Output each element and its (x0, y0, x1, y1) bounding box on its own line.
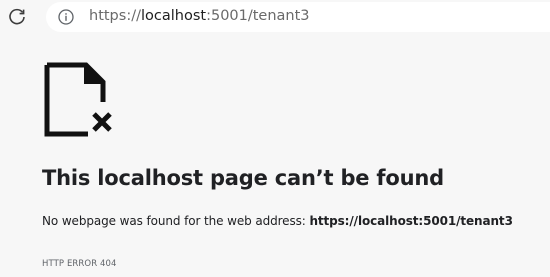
reload-button[interactable] (4, 4, 30, 30)
error-message: No webpage was found for the web address… (42, 214, 513, 228)
url-host: localhost (140, 8, 207, 24)
broken-page-icon (44, 62, 112, 137)
browser-toolbar: https://localhost:5001/tenant3 (0, 0, 550, 36)
info-icon[interactable] (58, 9, 74, 25)
error-message-text: No webpage was found for the web address… (42, 214, 310, 228)
reload-icon (9, 8, 25, 25)
page-title: This localhost page can’t be found (42, 166, 444, 190)
url-path: :5001/tenant3 (206, 8, 310, 24)
url-text[interactable]: https://localhost:5001/tenant3 (89, 8, 310, 24)
url-scheme: https:// (89, 8, 141, 24)
error-code: HTTP ERROR 404 (42, 259, 117, 269)
address-bar[interactable]: https://localhost:5001/tenant3 (46, 2, 550, 32)
error-message-url: https://localhost:5001/tenant3 (309, 214, 513, 228)
error-page: This localhost page can’t be found No we… (0, 36, 550, 277)
